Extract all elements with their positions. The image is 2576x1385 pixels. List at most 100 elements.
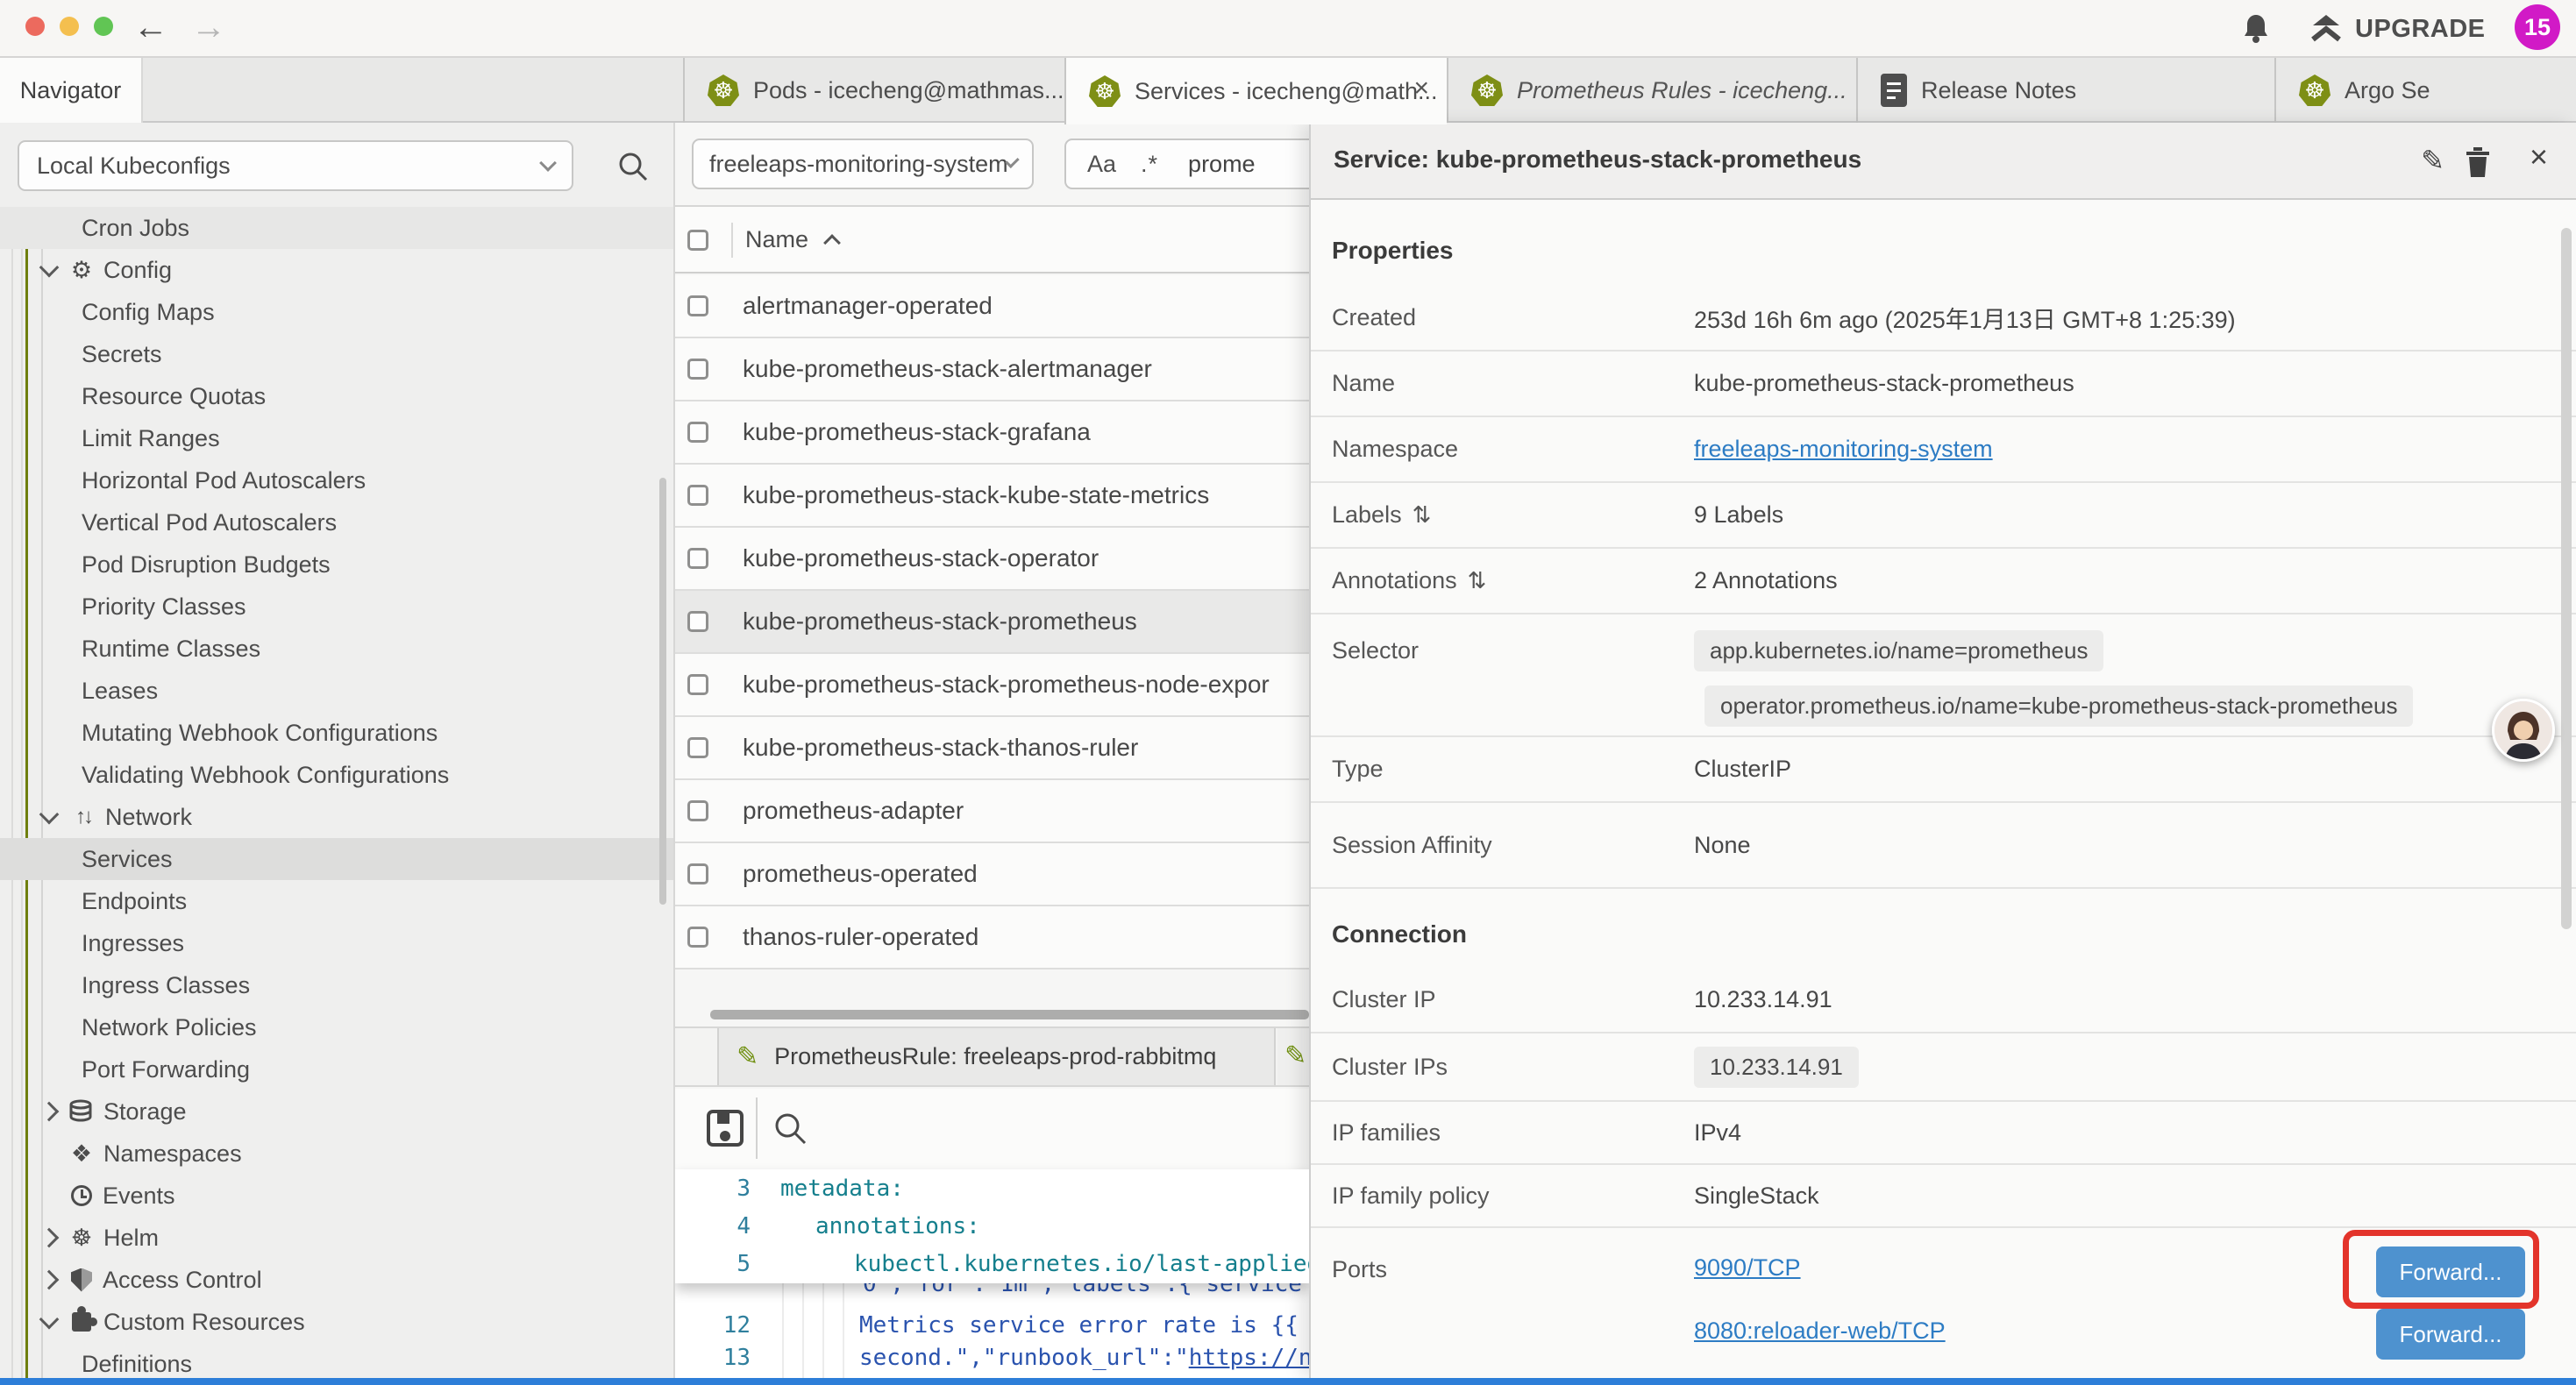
row-checkbox[interactable] — [687, 485, 708, 506]
table-row-selected[interactable]: kube-prometheus-stack-prometheus — [675, 591, 1309, 654]
sidebar-item-storage[interactable]: Storage — [0, 1090, 673, 1133]
table-row[interactable]: kube-prometheus-stack-prometheus-node-ex… — [675, 654, 1309, 717]
tab-services[interactable]: ☸ Services - icecheng@math... × — [1064, 58, 1447, 124]
selector-chip[interactable]: app.kubernetes.io/name=prometheus — [1694, 630, 2103, 671]
row-checkbox[interactable] — [687, 863, 708, 884]
sidebar-item-leases[interactable]: Leases — [0, 670, 673, 712]
sidebar-item-namespaces[interactable]: ❖Namespaces — [0, 1133, 673, 1175]
sidebar-item-resource-quotas[interactable]: Resource Quotas — [0, 375, 673, 417]
table-row[interactable]: kube-prometheus-stack-kube-state-metrics — [675, 465, 1309, 528]
yaml-editor[interactable]: 0","for":"1m","labels":{"service":"f 12 … — [675, 1169, 1309, 1378]
upgrade-chevrons-icon[interactable] — [2309, 13, 2343, 45]
sidebar-item-access-control[interactable]: Access Control — [0, 1259, 673, 1301]
upgrade-button[interactable]: UPGRADE — [2355, 15, 2486, 44]
row-checkbox[interactable] — [687, 548, 708, 569]
tab-prometheus-rules[interactable]: ☸ Prometheus Rules - icecheng... — [1447, 58, 1856, 123]
horizontal-scrollbar[interactable] — [710, 1010, 1309, 1019]
notification-count-badge[interactable]: 15 — [2515, 4, 2560, 50]
row-checkbox[interactable] — [687, 611, 708, 632]
sidebar-item-config-maps[interactable]: Config Maps — [0, 291, 673, 333]
port-link-8080[interactable]: 8080:reloader-web/TCP — [1694, 1318, 1946, 1344]
sidebar-item-validating-webhook-configurations[interactable]: Validating Webhook Configurations — [0, 754, 673, 796]
kubeconfig-select[interactable]: Local Kubeconfigs — [18, 140, 573, 191]
delete-icon[interactable] — [2463, 146, 2493, 179]
table-row[interactable]: prometheus-operated — [675, 843, 1309, 906]
window-zoom-button[interactable] — [94, 17, 113, 36]
table-row[interactable]: kube-prometheus-stack-thanos-ruler — [675, 717, 1309, 780]
sidebar-item-horizontal-pod-autoscalers[interactable]: Horizontal Pod Autoscalers — [0, 459, 673, 501]
port-link-9090[interactable]: 9090/TCP — [1694, 1254, 1801, 1281]
user-avatar[interactable] — [2492, 699, 2555, 762]
filter-input[interactable]: Aa .* prome — [1064, 138, 1309, 189]
sidebar-item-priority-classes[interactable]: Priority Classes — [0, 586, 673, 628]
table-row[interactable]: kube-prometheus-stack-operator — [675, 528, 1309, 591]
sidebar-scrollbar[interactable] — [659, 478, 666, 905]
sidebar-item-events[interactable]: Events — [0, 1175, 673, 1217]
tab-argo[interactable]: ☸ Argo Se — [2274, 58, 2576, 123]
sort-ascending-icon[interactable] — [823, 234, 841, 252]
notifications-bell-icon[interactable] — [2241, 12, 2271, 46]
editor-tab-partial[interactable]: ✎ — [1277, 1028, 1309, 1085]
sidebar-item-cron-jobs[interactable]: Cron Jobs — [0, 207, 673, 249]
selector-chip[interactable]: operator.prometheus.io/name=kube-prometh… — [1704, 685, 2413, 727]
sidebar-item-network[interactable]: ↑↓Network — [0, 796, 673, 838]
navigator-tab[interactable]: Navigator — [0, 58, 143, 123]
property-label: Name — [1332, 370, 1694, 397]
namespace-select[interactable]: freeleaps-monitoring-system — [692, 138, 1034, 189]
sidebar-item-mutating-webhook-configurations[interactable]: Mutating Webhook Configurations — [0, 712, 673, 754]
sidebar-item-definitions[interactable]: Definitions — [0, 1343, 673, 1378]
tab-release-notes[interactable]: Release Notes — [1856, 58, 2274, 123]
tab-close-icon[interactable]: × — [1413, 74, 1429, 103]
labels-count[interactable]: 9 Labels — [1694, 501, 2576, 529]
runbook-url-link[interactable]: https://net — [1189, 1345, 1309, 1371]
save-icon[interactable] — [705, 1108, 745, 1148]
sidebar-item-ingress-classes[interactable]: Ingress Classes — [0, 964, 673, 1006]
table-row[interactable]: thanos-ruler-operated — [675, 906, 1309, 970]
tab-pods[interactable]: ☸ Pods - icecheng@mathmas... — [683, 58, 1064, 123]
editor-tab-prometheusrule[interactable]: ✎ PrometheusRule: freeleaps-prod-rabbitm… — [717, 1028, 1276, 1085]
sidebar-item-custom-resources[interactable]: Custom Resources — [0, 1301, 673, 1343]
sidebar-search-icon[interactable] — [617, 151, 649, 182]
sidebar-item-services[interactable]: Services — [0, 838, 673, 880]
sort-toggle-icon[interactable]: ⇅ — [1468, 567, 1487, 594]
name-column-header[interactable]: Name — [745, 226, 808, 253]
row-checkbox[interactable] — [687, 737, 708, 758]
close-icon[interactable]: × — [2530, 138, 2548, 175]
row-checkbox[interactable] — [687, 295, 708, 316]
sidebar-item-runtime-classes[interactable]: Runtime Classes — [0, 628, 673, 670]
sidebar-item-config[interactable]: ⚙Config — [0, 249, 673, 291]
row-checkbox[interactable] — [687, 422, 708, 443]
forward-button[interactable]: → — [191, 5, 226, 49]
sidebar-item-endpoints[interactable]: Endpoints — [0, 880, 673, 922]
row-checkbox[interactable] — [687, 927, 708, 948]
table-row[interactable]: prometheus-adapter — [675, 780, 1309, 843]
cluster-ip-chip[interactable]: 10.233.14.91 — [1694, 1047, 1859, 1088]
sidebar-item-port-forwarding[interactable]: Port Forwarding — [0, 1048, 673, 1090]
drawer-scrollbar[interactable] — [2561, 228, 2572, 929]
select-all-checkbox[interactable] — [687, 230, 708, 251]
table-row[interactable]: alertmanager-operated — [675, 275, 1309, 338]
sidebar-item-helm[interactable]: ☸Helm — [0, 1217, 673, 1259]
sidebar-item-secrets[interactable]: Secrets — [0, 333, 673, 375]
window-close-button[interactable] — [25, 17, 45, 36]
window-minimize-button[interactable] — [60, 17, 79, 36]
editor-search-icon[interactable] — [773, 1112, 808, 1147]
sidebar-item-limit-ranges[interactable]: Limit Ranges — [0, 417, 673, 459]
sidebar-item-network-policies[interactable]: Network Policies — [0, 1006, 673, 1048]
sidebar-item-vertical-pod-autoscalers[interactable]: Vertical Pod Autoscalers — [0, 501, 673, 543]
regex-toggle[interactable]: .* — [1141, 151, 1158, 178]
sidebar-item-ingresses[interactable]: Ingresses — [0, 922, 673, 964]
back-button[interactable]: ← — [133, 5, 168, 49]
edit-icon[interactable]: ✎ — [2421, 144, 2444, 177]
match-case-toggle[interactable]: Aa — [1087, 151, 1116, 178]
sort-toggle-icon[interactable]: ⇅ — [1413, 501, 1432, 529]
forward-button-8080[interactable]: Forward... — [2376, 1309, 2525, 1360]
row-checkbox[interactable] — [687, 674, 708, 695]
table-row[interactable]: kube-prometheus-stack-grafana — [675, 401, 1309, 465]
table-row[interactable]: kube-prometheus-stack-alertmanager — [675, 338, 1309, 401]
annotations-count[interactable]: 2 Annotations — [1694, 567, 2576, 594]
row-checkbox[interactable] — [687, 359, 708, 380]
namespace-link[interactable]: freeleaps-monitoring-system — [1694, 436, 1993, 462]
sidebar-item-pod-disruption-budgets[interactable]: Pod Disruption Budgets — [0, 543, 673, 586]
row-checkbox[interactable] — [687, 800, 708, 821]
